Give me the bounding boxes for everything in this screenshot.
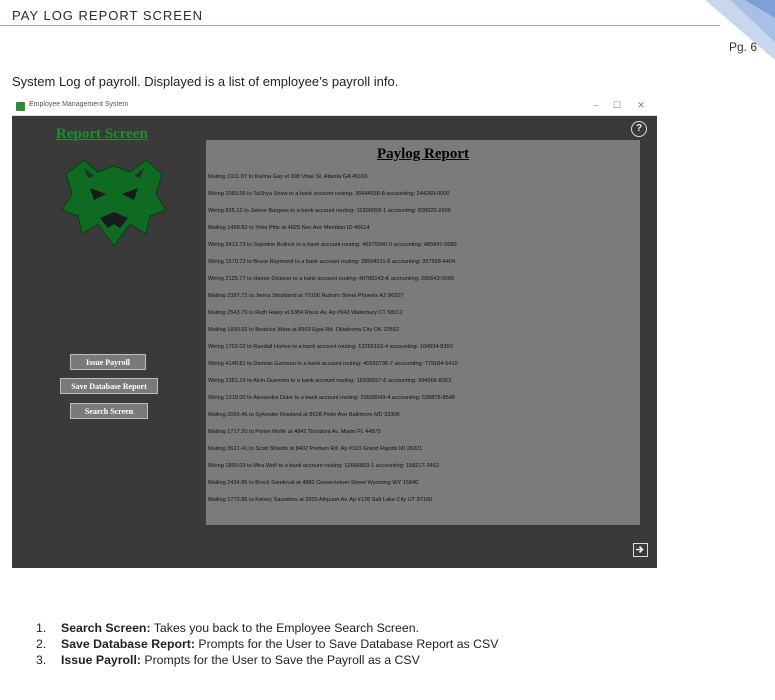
- log-entry: Mailing 2543.76 to Ruth Haley at 6384 Ri…: [208, 310, 403, 316]
- log-entry: Mailing 2397.72 to Jenna Strickland at 7…: [208, 293, 404, 299]
- window-titlebar: Employee Management System – ☐ ✕: [12, 99, 657, 116]
- log-entry: Mailing 1468.83 to Yoko Pitts at 4825 Ne…: [208, 225, 370, 231]
- minimize-button[interactable]: –: [589, 100, 603, 110]
- exit-icon[interactable]: [633, 543, 648, 557]
- maximize-button[interactable]: ☐: [610, 100, 624, 111]
- list-number: 3.: [36, 653, 47, 667]
- description-text: System Log of payroll. Displayed is a li…: [12, 74, 399, 89]
- app-window: Employee Management System – ☐ ✕ Report …: [12, 99, 657, 568]
- search-screen-button[interactable]: Search Screen: [70, 403, 148, 419]
- log-entry: Wiring 1318.00 to Alexandra Duke to a ba…: [208, 395, 455, 401]
- list-number: 2.: [36, 637, 47, 651]
- log-entry: Mailing 1911.87 to Karina Gay at 998 Vit…: [208, 174, 368, 180]
- list-text: Prompts for the User to Save Database Re…: [194, 637, 499, 651]
- app-body: Report Screen ? Issue Payroll Save Datab…: [12, 116, 657, 568]
- log-entry: Mailing 2434.86 to Brock Sandoval at 488…: [208, 480, 419, 486]
- list-text: Prompts for the User to Save the Payroll…: [140, 653, 420, 667]
- log-entry: Wiring 2351.29 to Alvin Guerrero to a ba…: [208, 378, 452, 384]
- log-entry: Wiring 1703.02 to Randall Horton to a ba…: [208, 344, 453, 350]
- log-entry: Mailing 1772.86 to Kelsey Saunders at 99…: [208, 497, 433, 503]
- header-rule: [0, 25, 720, 26]
- list-text: Takes you back to the Employee Search Sc…: [150, 621, 419, 635]
- list-term: Issue Payroll:: [61, 653, 141, 667]
- window-title: Employee Management System: [29, 101, 129, 108]
- save-database-report-button[interactable]: Save Database Report: [60, 378, 158, 394]
- list-number: 1.: [36, 621, 47, 635]
- issue-payroll-button[interactable]: Issue Payroll: [70, 354, 146, 370]
- log-entry: Wiring 2083.56 to TaShya Snow to a bank …: [208, 191, 450, 197]
- log-entry: Mailing 1930.92 to Beatrice Ware at 8903…: [208, 327, 400, 333]
- list-item: 1. Search Screen: Takes you back to the E…: [36, 621, 498, 637]
- log-entry: Mailing 2065.46 to Sylvester Rowland at …: [208, 412, 400, 418]
- paylog-report-panel[interactable]: Paylog Report Mailing 1911.87 to Karina …: [206, 140, 640, 525]
- log-entry: Wiring 1899.03 to Mira Wolf to a bank ac…: [208, 463, 439, 469]
- list-term: Save Database Report:: [61, 637, 195, 651]
- log-entry: Wiring 1570.72 to Bruce Raymond to a ban…: [208, 259, 456, 265]
- log-entry: Wiring 2125.77 to Hanae Dickson to a ban…: [208, 276, 454, 282]
- help-icon[interactable]: ?: [631, 121, 647, 137]
- list-term: Search Screen:: [61, 621, 151, 635]
- log-entry: Wiring 3413.73 to Sopoline Bullock to a …: [208, 242, 457, 248]
- report-screen-title: Report Screen: [56, 126, 148, 142]
- list-item: 3. Issue Payroll: Prompts for the User to…: [36, 653, 498, 669]
- document-header: PAY LOG REPORT SCREEN: [12, 8, 204, 23]
- page-number: Pg. 6: [728, 40, 757, 54]
- log-entry: Wiring 835.12 to Jolene Burgess to a ban…: [208, 208, 451, 214]
- close-button[interactable]: ✕: [634, 100, 648, 111]
- list-item: 2. Save Database Report: Prompts for the …: [36, 637, 498, 653]
- log-entry: Mailing 1717.20 to Porter Wolfe at 4842 …: [208, 429, 381, 435]
- app-icon: [16, 102, 25, 111]
- feature-description-list: 1. Search Screen: Takes you back to the E…: [36, 621, 498, 669]
- paylog-report-heading: Paylog Report: [376, 146, 470, 162]
- log-entry: Wiring 4148.81 to Damian Garrison to a b…: [208, 361, 458, 367]
- wolverine-mascot-logo: [61, 159, 167, 247]
- log-entry: Mailing 3621.41 to Scott Shields at 8402…: [208, 446, 423, 452]
